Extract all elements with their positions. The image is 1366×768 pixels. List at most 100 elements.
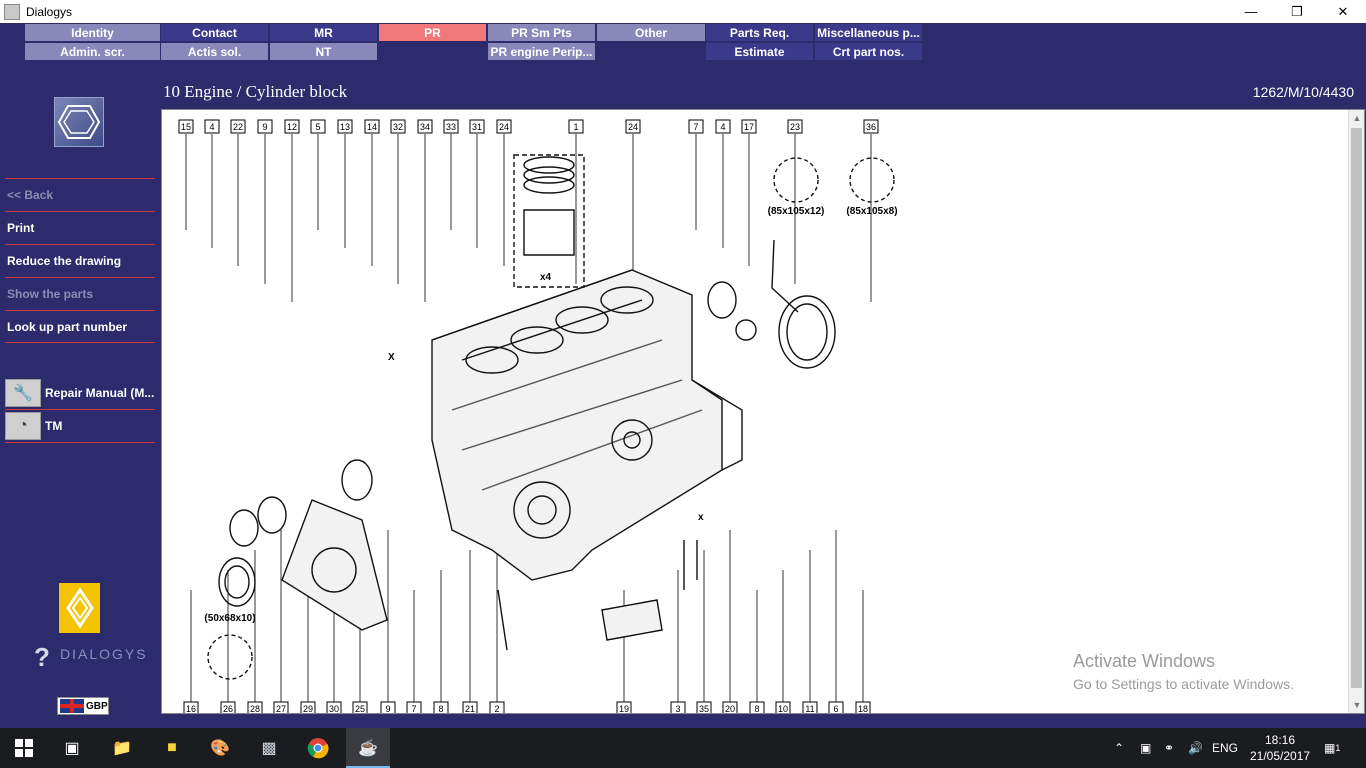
repair-manual-button[interactable]: 🔧 Repair Manual (M... <box>5 377 155 410</box>
callout-bottom-30[interactable]: 30 <box>326 701 342 713</box>
callout-top-4[interactable]: 4 <box>204 119 220 134</box>
callout-bottom-18[interactable]: 18 <box>855 701 871 713</box>
callout-top-1[interactable]: 1 <box>568 119 584 134</box>
look-up-part-number-button[interactable]: Look up part number <box>5 310 155 343</box>
tab-crt-part-nos[interactable]: Crt part nos. <box>815 43 922 60</box>
svg-text:30: 30 <box>329 704 339 713</box>
tab-identity[interactable]: Identity <box>25 24 160 41</box>
callout-top-12[interactable]: 12 <box>284 119 300 134</box>
tab-contact[interactable]: Contact <box>161 24 268 41</box>
callout-top-15[interactable]: 15 <box>178 119 194 134</box>
callout-bottom-7[interactable]: 7 <box>406 701 422 713</box>
callout-bottom-21[interactable]: 21 <box>462 701 478 713</box>
callout-top-24[interactable]: 24 <box>625 119 641 134</box>
network-icon[interactable]: ▣ <box>1140 728 1151 768</box>
callout-bottom-11[interactable]: 11 <box>802 701 818 713</box>
callout-bottom-6[interactable]: 6 <box>828 701 844 713</box>
tab-nt[interactable]: NT <box>270 43 377 60</box>
wrench-icon: 🔧 <box>5 379 41 407</box>
callout-bottom-29[interactable]: 29 <box>300 701 316 713</box>
tab-pr[interactable]: PR <box>379 24 486 41</box>
callout-top-24[interactable]: 24 <box>496 119 512 134</box>
clock-time: 18:16 <box>1264 733 1296 747</box>
dialogys-logo-icon: ? <box>34 642 50 672</box>
vertical-scrollbar[interactable]: ▲ ▼ <box>1348 110 1364 713</box>
close-icon[interactable]: ✕ <box>1320 0 1366 23</box>
volume-icon[interactable]: 🔊 <box>1188 728 1203 768</box>
tab-other[interactable]: Other <box>597 24 705 41</box>
currency-button[interactable]: GBP <box>57 697 109 715</box>
wifi-icon[interactable]: ⚭ <box>1164 728 1174 768</box>
callout-top-32[interactable]: 32 <box>390 119 406 134</box>
restore-icon[interactable]: ❐ <box>1274 0 1320 23</box>
activate-subtitle: Go to Settings to activate Windows. <box>1073 676 1294 692</box>
tab-mr[interactable]: MR <box>270 24 377 41</box>
sticky-notes-icon[interactable]: ■ <box>160 736 184 760</box>
language-indicator[interactable]: ENG <box>1212 728 1238 768</box>
svg-text:10: 10 <box>778 704 788 713</box>
java-app-icon[interactable]: ☕ <box>356 736 380 760</box>
tab-admin-scr[interactable]: Admin. scr. <box>25 43 160 60</box>
cylinder-block-illustration <box>207 154 895 680</box>
tm-button[interactable]: ◔ TM <box>5 410 155 443</box>
callout-top-4[interactable]: 4 <box>715 119 731 134</box>
callout-bottom-10[interactable]: 10 <box>775 701 791 713</box>
callout-bottom-8[interactable]: 8 <box>433 701 449 713</box>
back-button[interactable]: << Back <box>5 178 155 211</box>
callout-bottom-3[interactable]: 3 <box>670 701 686 713</box>
exploded-drawing[interactable]: 15 4 22 9 12 5 13 14 32 34 33 31 24 1 24 7 4 17 23 36 16 26 28… <box>161 109 1365 714</box>
reduce-drawing-button[interactable]: Reduce the drawing <box>5 244 155 277</box>
callout-bottom-25[interactable]: 25 <box>352 701 368 713</box>
callout-bottom-27[interactable]: 27 <box>273 701 289 713</box>
callout-bottom-8[interactable]: 8 <box>749 701 765 713</box>
seal-dimension-label: (85x105x8) <box>846 206 897 217</box>
callout-bottom-28[interactable]: 28 <box>247 701 263 713</box>
callout-top-7[interactable]: 7 <box>688 119 704 134</box>
tab-estimate[interactable]: Estimate <box>706 43 813 60</box>
callout-bottom-2[interactable]: 2 <box>489 701 505 713</box>
tab-pr-engine-periph[interactable]: PR engine Perip... <box>488 43 595 60</box>
callout-top-14[interactable]: 14 <box>364 119 380 134</box>
minimize-icon[interactable]: — <box>1228 0 1274 23</box>
svg-text:17: 17 <box>744 122 754 132</box>
print-button[interactable]: Print <box>5 211 155 244</box>
callout-top-34[interactable]: 34 <box>417 119 433 134</box>
svg-text:5: 5 <box>315 122 320 132</box>
callout-top-31[interactable]: 31 <box>469 119 485 134</box>
action-center-icon[interactable]: ▦ 1 <box>1324 728 1340 768</box>
parts-hexagon-icon[interactable] <box>54 97 104 147</box>
file-explorer-icon[interactable]: 📁 <box>110 736 134 760</box>
scroll-down-icon[interactable]: ▼ <box>1349 697 1364 713</box>
tab-pr-sm-pts[interactable]: PR Sm Pts <box>488 24 595 41</box>
show-hidden-icons-icon[interactable]: ⌃ <box>1114 728 1124 768</box>
screen-capture-icon[interactable]: ▩ <box>257 736 281 760</box>
callout-bottom-16[interactable]: 16 <box>183 701 199 713</box>
svg-text:21: 21 <box>465 704 475 713</box>
show-parts-button[interactable]: Show the parts <box>5 277 155 310</box>
callout-top-9[interactable]: 9 <box>257 119 273 134</box>
chrome-icon[interactable] <box>306 736 330 760</box>
callout-bottom-19[interactable]: 19 <box>616 701 632 713</box>
callout-bottom-26[interactable]: 26 <box>220 701 236 713</box>
start-windows-icon[interactable] <box>12 736 36 760</box>
tab-miscellaneous[interactable]: Miscellaneous p... <box>815 24 922 41</box>
callout-bottom-20[interactable]: 20 <box>722 701 738 713</box>
callout-top-36[interactable]: 36 <box>863 119 879 134</box>
callout-top-5[interactable]: 5 <box>310 119 326 134</box>
paint-icon[interactable]: 🎨 <box>208 736 232 760</box>
svg-text:14: 14 <box>367 122 377 132</box>
scroll-thumb[interactable] <box>1351 128 1362 688</box>
callout-top-22[interactable]: 22 <box>230 119 246 134</box>
callout-top-17[interactable]: 17 <box>741 119 757 134</box>
tab-actis-sol[interactable]: Actis sol. <box>161 43 268 60</box>
scroll-up-icon[interactable]: ▲ <box>1349 110 1364 126</box>
svg-text:2: 2 <box>494 704 499 713</box>
callout-top-23[interactable]: 23 <box>787 119 803 134</box>
callout-bottom-9[interactable]: 9 <box>380 701 396 713</box>
callout-bottom-35[interactable]: 35 <box>696 701 712 713</box>
task-view-icon[interactable]: ▣ <box>60 736 84 760</box>
tab-parts-req[interactable]: Parts Req. <box>706 24 813 41</box>
callout-top-13[interactable]: 13 <box>337 119 353 134</box>
clock[interactable]: 18:16 21/05/2017 <box>1250 732 1310 764</box>
callout-top-33[interactable]: 33 <box>443 119 459 134</box>
